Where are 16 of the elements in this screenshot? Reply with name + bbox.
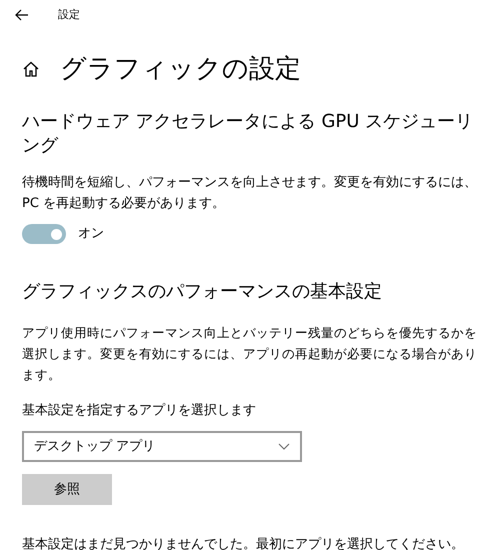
back-arrow-icon [15,9,29,21]
toggle-label: オン [78,225,104,244]
chevron-down-icon [278,443,290,450]
app-type-dropdown[interactable]: デスクトップ アプリ [22,431,302,462]
section-description: アプリ使用時にパフォーマンス向上とバッテリー残量のどちらを優先するかを選択します。変更を有効にするには、アプリの再起動が必要になる場合があります。 [22,324,478,384]
back-button[interactable] [14,7,30,23]
toggle-switch[interactable] [22,224,66,244]
select-label: 基本設定を指定するアプリを選択します [22,402,257,420]
section-description: 待機時間を短縮し、パフォーマンスを向上させます。変更を有効にするには、PC を再起動する必要があります。 [22,174,478,213]
window-title: 設定 [58,6,80,23]
page-title: グラフィックの設定 [60,53,301,86]
section-heading: ハードウェア アクセラレータによる GPU スケジューリング [22,110,474,158]
browse-button[interactable]: 参照 [22,474,112,505]
home-icon [22,60,40,78]
empty-message: 基本設定はまだ見つかりませんでした。最初にアプリを選択してください。 [22,536,465,550]
section-heading: グラフィックスのパフォーマンスの基本設定 [22,280,383,304]
